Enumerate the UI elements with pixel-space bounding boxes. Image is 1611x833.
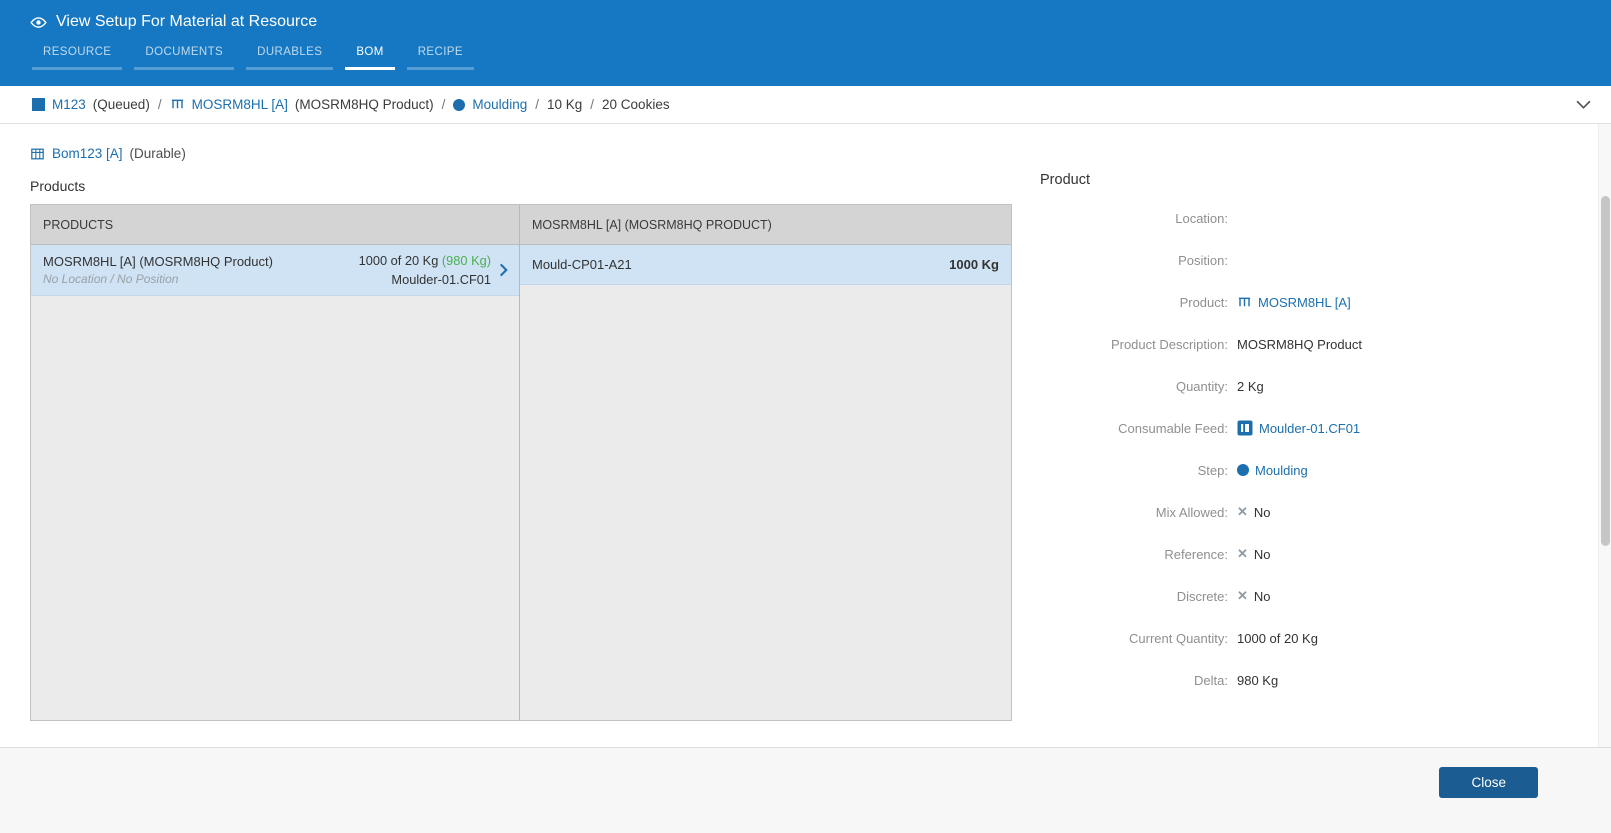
close-button[interactable]: Close bbox=[1439, 767, 1538, 798]
table-row[interactable]: Mould-CP01-A21 1000 Kg bbox=[520, 245, 1011, 285]
product-detail-table-header: MOSRM8HL [A] (MOSRM8HQ PRODUCT) bbox=[520, 205, 1011, 245]
tab-bar: RESOURCE DOCUMENTS DURABLES BOM RECIPE bbox=[32, 43, 1611, 70]
product-row-text: MOSRM8HL [A] (MOSRM8HQ Product) No Locat… bbox=[43, 254, 273, 286]
bom-type: (Durable) bbox=[129, 146, 186, 161]
field-label: Mix Allowed: bbox=[1155, 504, 1228, 520]
product-icon bbox=[170, 97, 185, 112]
products-table-header: PRODUCTS bbox=[31, 205, 519, 245]
field-reference: Reference: ✕ No bbox=[1040, 542, 1510, 566]
field-position: Position: bbox=[1040, 248, 1510, 272]
field-delta: Delta: 980 Kg bbox=[1040, 668, 1510, 692]
product-row-location: No Location / No Position bbox=[43, 272, 179, 286]
field-label: Product Description: bbox=[1110, 336, 1228, 352]
field-value: 980 Kg bbox=[1237, 672, 1279, 688]
field-product: Product: MOSRM8HL [A] bbox=[1040, 290, 1510, 314]
consumable-feed-icon bbox=[1237, 420, 1253, 436]
product-icon bbox=[1237, 295, 1252, 310]
bom-title-row: Bom123 [A] (Durable) bbox=[30, 146, 1611, 161]
field-label: Discrete: bbox=[1176, 588, 1228, 604]
tab-bom[interactable]: BOM bbox=[345, 43, 395, 70]
bom-table-icon bbox=[30, 147, 45, 161]
cross-icon: ✕ bbox=[1237, 504, 1248, 519]
field-label: Delta: bbox=[1194, 672, 1228, 688]
consumable-feed-link[interactable]: Moulder-01.CF01 bbox=[1259, 421, 1360, 436]
field-label: Position: bbox=[1178, 252, 1228, 268]
footer: Close bbox=[0, 747, 1611, 833]
field-value: No bbox=[1253, 546, 1271, 562]
field-value: No bbox=[1253, 504, 1271, 520]
bom-tables: PRODUCTS MOSRM8HL [A] (MOSRM8HQ Product)… bbox=[30, 204, 1012, 721]
detail-row-quantity: 1000 Kg bbox=[949, 257, 999, 272]
breadcrumb-quantity: 10 Kg bbox=[546, 97, 583, 112]
main-content: Bom123 [A] (Durable) Products PRODUCTS M… bbox=[0, 124, 1611, 747]
field-value: MOSRM8HQ Product bbox=[1237, 336, 1362, 352]
step-link[interactable]: Moulding bbox=[1255, 463, 1308, 478]
product-panel-title: Product bbox=[1040, 172, 1090, 188]
field-quantity: Quantity: 2 Kg bbox=[1040, 374, 1510, 398]
field-value: 1000 of 20 Kg bbox=[1237, 630, 1318, 646]
product-link[interactable]: MOSRM8HL [A] bbox=[1258, 295, 1351, 310]
detail-row-name: Mould-CP01-A21 bbox=[532, 257, 632, 272]
eye-icon bbox=[30, 14, 47, 31]
field-current-quantity: Current Quantity: 1000 of 20 Kg bbox=[1040, 626, 1510, 650]
step-icon bbox=[1237, 464, 1249, 476]
field-value: No bbox=[1253, 588, 1271, 604]
breadcrumb-separator: / bbox=[441, 97, 446, 112]
field-label: Current Quantity: bbox=[1129, 630, 1228, 646]
page-title-row: View Setup For Material at Resource bbox=[30, 0, 1611, 31]
bom-name-link[interactable]: Bom123 [A] bbox=[52, 146, 123, 161]
tab-documents[interactable]: DOCUMENTS bbox=[134, 43, 235, 70]
cross-icon: ✕ bbox=[1237, 588, 1248, 603]
cross-icon: ✕ bbox=[1237, 546, 1248, 561]
product-detail-table: MOSRM8HL [A] (MOSRM8HQ PRODUCT) Mould-CP… bbox=[519, 205, 1011, 720]
header: View Setup For Material at Resource RESO… bbox=[0, 0, 1611, 86]
tab-recipe[interactable]: RECIPE bbox=[406, 43, 474, 70]
breadcrumb-product-link[interactable]: MOSRM8HL [A] bbox=[192, 97, 288, 112]
field-label: Quantity: bbox=[1175, 378, 1228, 394]
field-value: 2 Kg bbox=[1237, 378, 1264, 394]
product-description: (MOSRM8HQ Product) bbox=[294, 97, 434, 112]
material-state: (Queued) bbox=[92, 97, 150, 112]
field-mix-allowed: Mix Allowed: ✕ No bbox=[1040, 500, 1510, 524]
view-setup-dialog: View Setup For Material at Resource RESO… bbox=[0, 0, 1611, 833]
step-icon bbox=[453, 98, 466, 111]
vertical-scrollbar[interactable] bbox=[1598, 124, 1611, 747]
material-icon bbox=[32, 98, 45, 111]
breadcrumb-separator: / bbox=[590, 97, 595, 112]
field-consumable-feed: Consumable Feed: Moulder-01.CF01 bbox=[1040, 416, 1510, 440]
breadcrumb-separator: / bbox=[157, 97, 162, 112]
field-label: Reference: bbox=[1164, 546, 1228, 562]
tab-durables[interactable]: DURABLES bbox=[246, 43, 334, 70]
product-row-quantities: 1000 of 20 Kg (980 Kg) Moulder-01.CF01 bbox=[359, 251, 491, 289]
field-product-description: Product Description: MOSRM8HQ Product bbox=[1040, 332, 1510, 356]
field-discrete: Discrete: ✕ No bbox=[1040, 584, 1510, 608]
page-title: View Setup For Material at Resource bbox=[56, 13, 318, 30]
field-step: Step: Moulding bbox=[1040, 458, 1510, 482]
product-row-feed: Moulder-01.CF01 bbox=[391, 272, 491, 287]
table-row[interactable]: MOSRM8HL [A] (MOSRM8HQ Product) No Locat… bbox=[31, 245, 519, 296]
breadcrumb-material-link[interactable]: M123 bbox=[52, 97, 86, 112]
breadcrumb-step-link[interactable]: Moulding bbox=[472, 97, 527, 112]
product-row-name: MOSRM8HL [A] (MOSRM8HQ Product) bbox=[43, 254, 273, 269]
field-label: Location: bbox=[1175, 210, 1228, 226]
chevron-down-icon[interactable] bbox=[1576, 100, 1591, 109]
product-panel: Product Location: Position: Product: MOS… bbox=[1040, 172, 1510, 710]
field-label: Step: bbox=[1197, 462, 1228, 478]
breadcrumb: M123 (Queued) / MOSRM8HL [A] (MOSRM8HQ P… bbox=[0, 86, 1611, 124]
breadcrumb-secondary-quantity: 20 Cookies bbox=[602, 97, 670, 112]
field-location: Location: bbox=[1040, 206, 1510, 230]
field-label: Consumable Feed: bbox=[1118, 420, 1228, 436]
products-table: PRODUCTS MOSRM8HL [A] (MOSRM8HQ Product)… bbox=[31, 205, 519, 720]
field-label: Product: bbox=[1179, 294, 1228, 310]
breadcrumb-separator: / bbox=[535, 97, 539, 112]
product-row-delta: (980 Kg) bbox=[441, 253, 491, 268]
product-row-quantity: 1000 of 20 Kg bbox=[358, 253, 439, 268]
tab-resource[interactable]: RESOURCE bbox=[32, 43, 123, 70]
chevron-right-icon[interactable] bbox=[491, 263, 515, 277]
scrollbar-thumb[interactable] bbox=[1601, 196, 1610, 546]
